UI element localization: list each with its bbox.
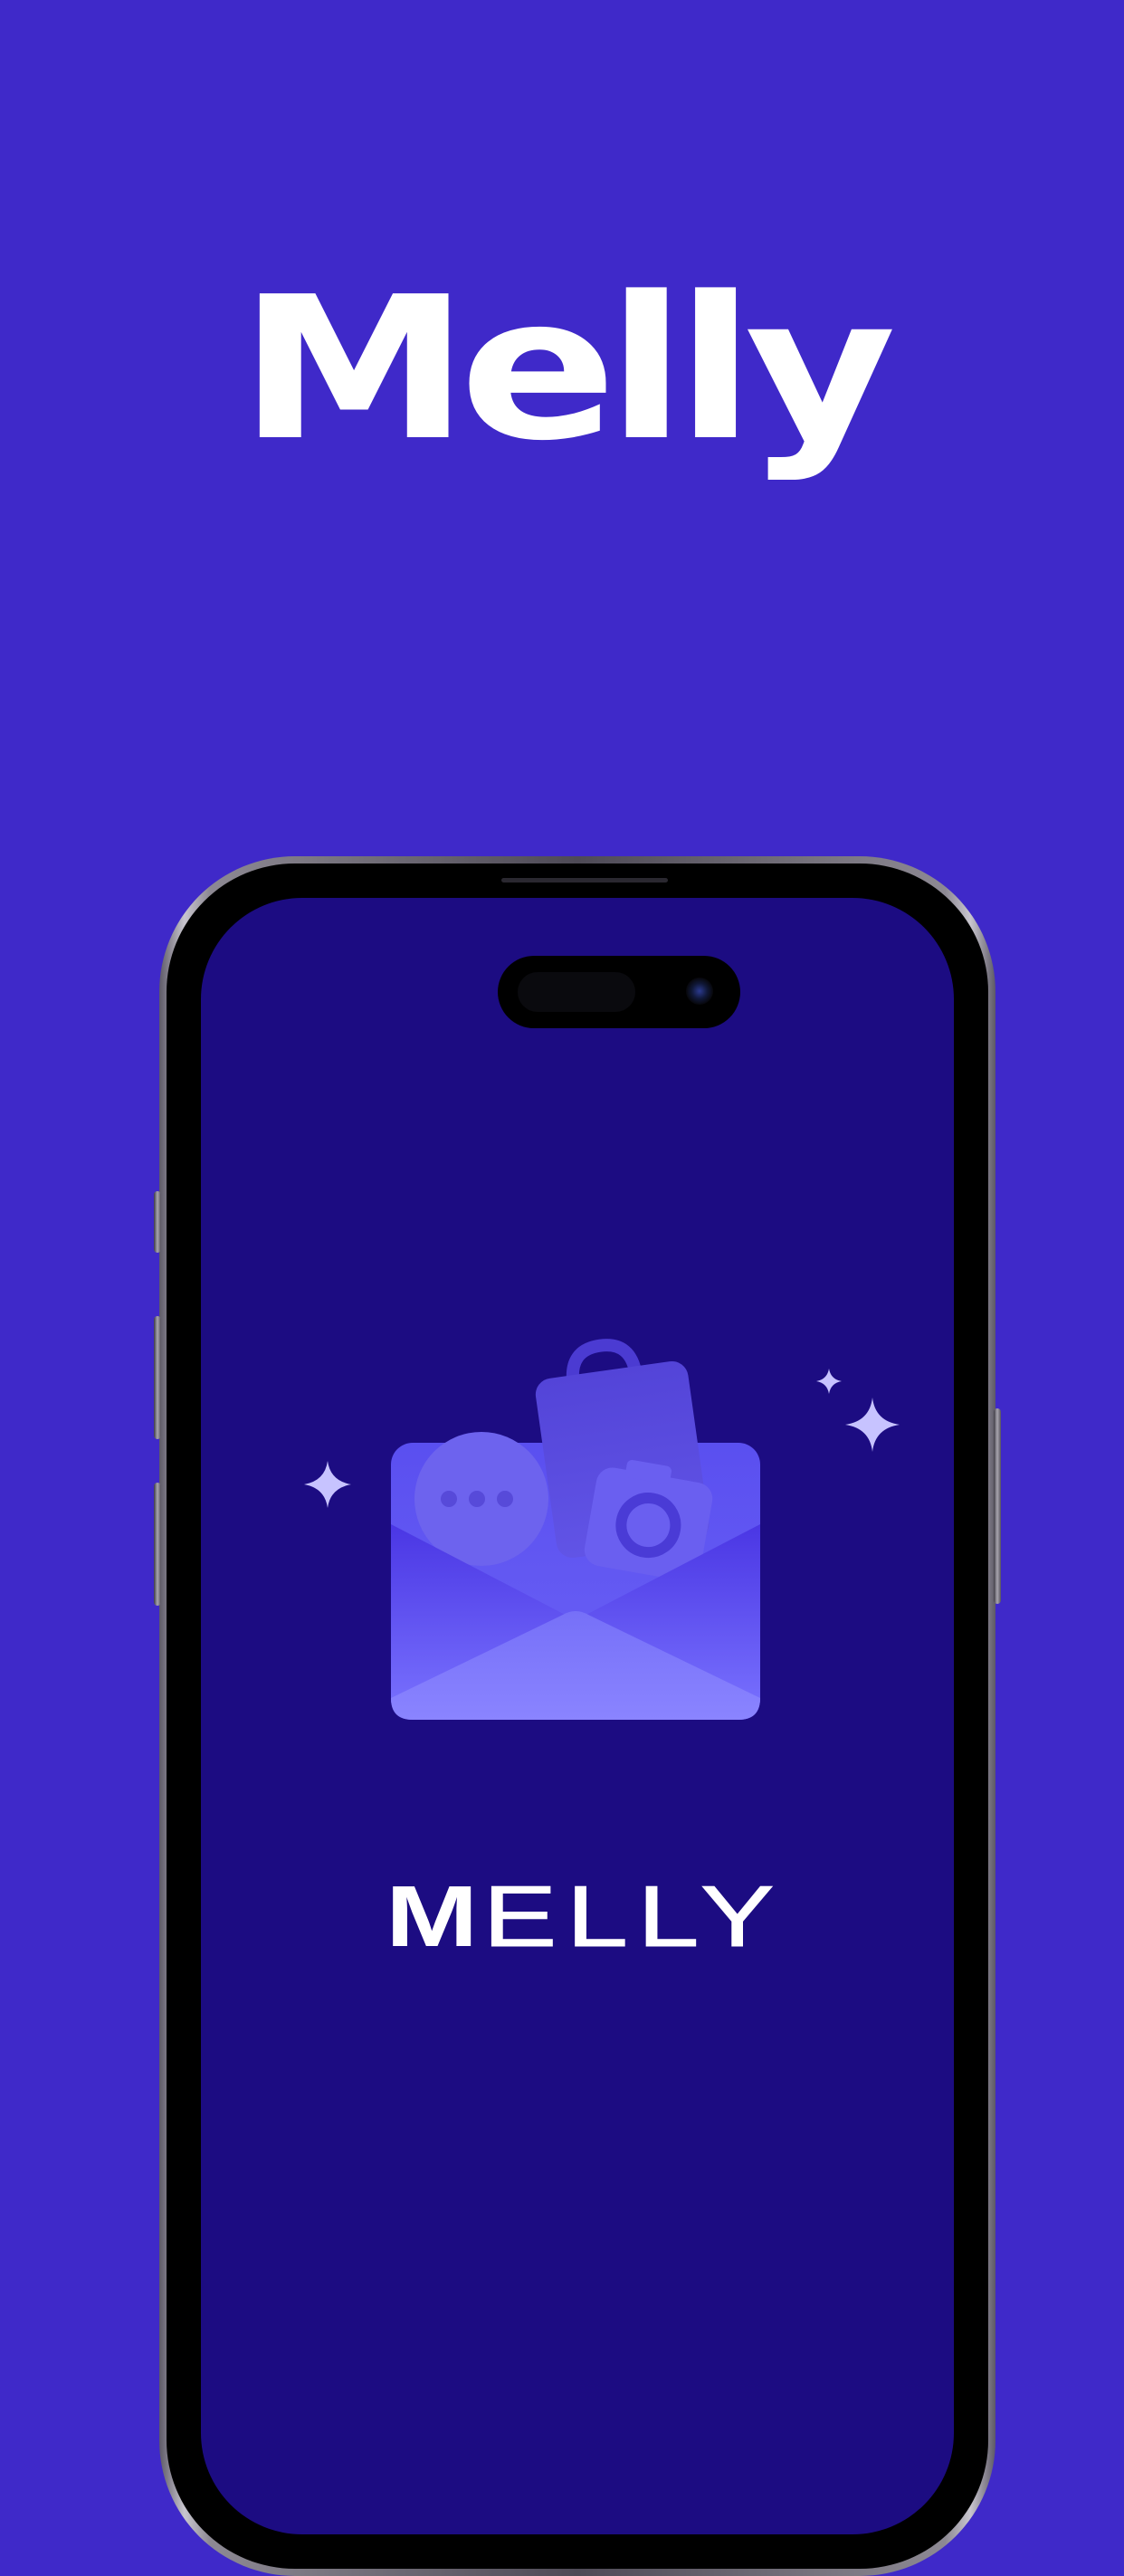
volume-down-button (154, 1483, 161, 1606)
power-button (994, 1408, 1001, 1604)
chat-bubble-icon (414, 1432, 548, 1566)
app-splash-screen: MELLY (201, 898, 954, 2534)
sparkle-icon (845, 1398, 900, 1452)
phone-bezel: MELLY (167, 863, 988, 2569)
front-camera-icon (686, 978, 713, 1005)
dynamic-island (498, 956, 740, 1028)
sparkle-icon (816, 1369, 842, 1394)
volume-up-button (154, 1316, 161, 1439)
app-wordmark: MELLY (201, 1873, 954, 1961)
action-button (154, 1191, 161, 1253)
earpiece-speaker (501, 878, 668, 883)
hero-title: Melly (238, 255, 896, 484)
island-sensor (518, 972, 635, 1012)
app-illustration (304, 1339, 900, 1720)
wordmark-initial: M (386, 1868, 483, 1965)
sparkle-icon (304, 1461, 351, 1508)
phone-mockup: MELLY (154, 856, 1001, 2576)
wordmark-rest: ELLY (482, 1868, 784, 1965)
